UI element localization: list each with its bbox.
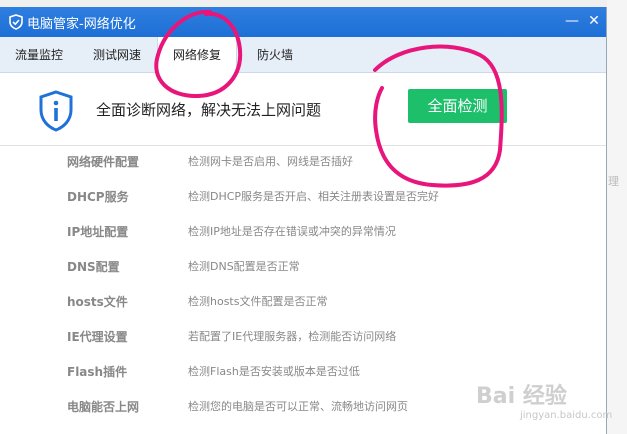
item-description: 检测您的电脑是否可以正常、流畅地访问网页 <box>188 400 408 413</box>
window-title: 电脑管家-网络优化 <box>27 17 136 32</box>
tab-label: 测试网速 <box>92 48 141 62</box>
tab-firewall[interactable]: 防火墙 <box>243 37 307 73</box>
watermark-sub: jingyan.baidu.com <box>520 410 613 421</box>
list-item: hosts文件 检测hosts文件配置是否正常 <box>0 293 606 323</box>
tab-speed-test[interactable]: 测试网速 <box>82 37 152 73</box>
tab-network-repair[interactable]: 网络修复 <box>157 37 237 74</box>
minimize-button[interactable]: — <box>562 11 582 31</box>
tab-label: 流量监控 <box>14 48 63 62</box>
full-check-button[interactable]: 全面检测 <box>408 89 507 123</box>
list-item: 网络硬件配置 检测网卡是否启用、网线是否插好 <box>0 153 606 183</box>
item-name: 电脑能否上网 <box>67 400 140 414</box>
divider <box>0 145 606 146</box>
background-text: 理 <box>608 175 619 188</box>
close-button[interactable]: ✕ <box>584 11 604 31</box>
list-item: DHCP服务 检测DHCP服务是否开启、相关注册表设置是否完好 <box>0 188 606 218</box>
item-name: IP地址配置 <box>67 225 129 239</box>
title-bar[interactable]: 电脑管家-网络优化 — ✕ <box>0 7 606 37</box>
item-description: 检测网卡是否启用、网线是否插好 <box>188 155 353 168</box>
item-description: 检测DHCP服务是否开启、相关注册表设置是否完好 <box>188 190 440 203</box>
app-window: 电脑管家-网络优化 — ✕ 流量监控 测试网速 网络修复 防火墙 全面诊断网络，… <box>0 7 607 434</box>
background-desktop <box>607 0 627 434</box>
header-description: 全面诊断网络，解决无法上网问题 <box>96 101 322 119</box>
tab-traffic-monitor[interactable]: 流量监控 <box>8 37 70 73</box>
list-item: IP地址配置 检测IP地址是否存在错误或冲突的异常情况 <box>0 223 606 253</box>
item-name: DNS配置 <box>67 260 120 274</box>
item-description: 检测DNS配置是否正常 <box>188 260 300 273</box>
watermark: Bai 经验 <box>476 384 567 409</box>
item-name: hosts文件 <box>67 295 128 309</box>
item-description: 若配置了IE代理服务器，检测能否访问网络 <box>188 330 397 343</box>
list-item: IE代理设置 若配置了IE代理服务器，检测能否访问网络 <box>0 328 606 358</box>
item-description: 检测hosts文件配置是否正常 <box>188 295 328 308</box>
item-name: Flash插件 <box>67 365 128 379</box>
shield-info-icon <box>39 90 73 132</box>
item-description: 检测Flash是否安装或版本是否过低 <box>188 365 360 378</box>
tab-label: 网络修复 <box>172 48 221 62</box>
tab-bar: 流量监控 测试网速 网络修复 防火墙 <box>0 37 606 74</box>
item-name: DHCP服务 <box>67 190 129 204</box>
item-name: IE代理设置 <box>67 330 128 344</box>
shield-logo-icon <box>9 14 23 30</box>
item-description: 检测IP地址是否存在错误或冲突的异常情况 <box>188 225 396 238</box>
tab-label: 防火墙 <box>256 48 293 62</box>
item-name: 网络硬件配置 <box>67 155 140 169</box>
list-item: DNS配置 检测DNS配置是否正常 <box>0 258 606 288</box>
